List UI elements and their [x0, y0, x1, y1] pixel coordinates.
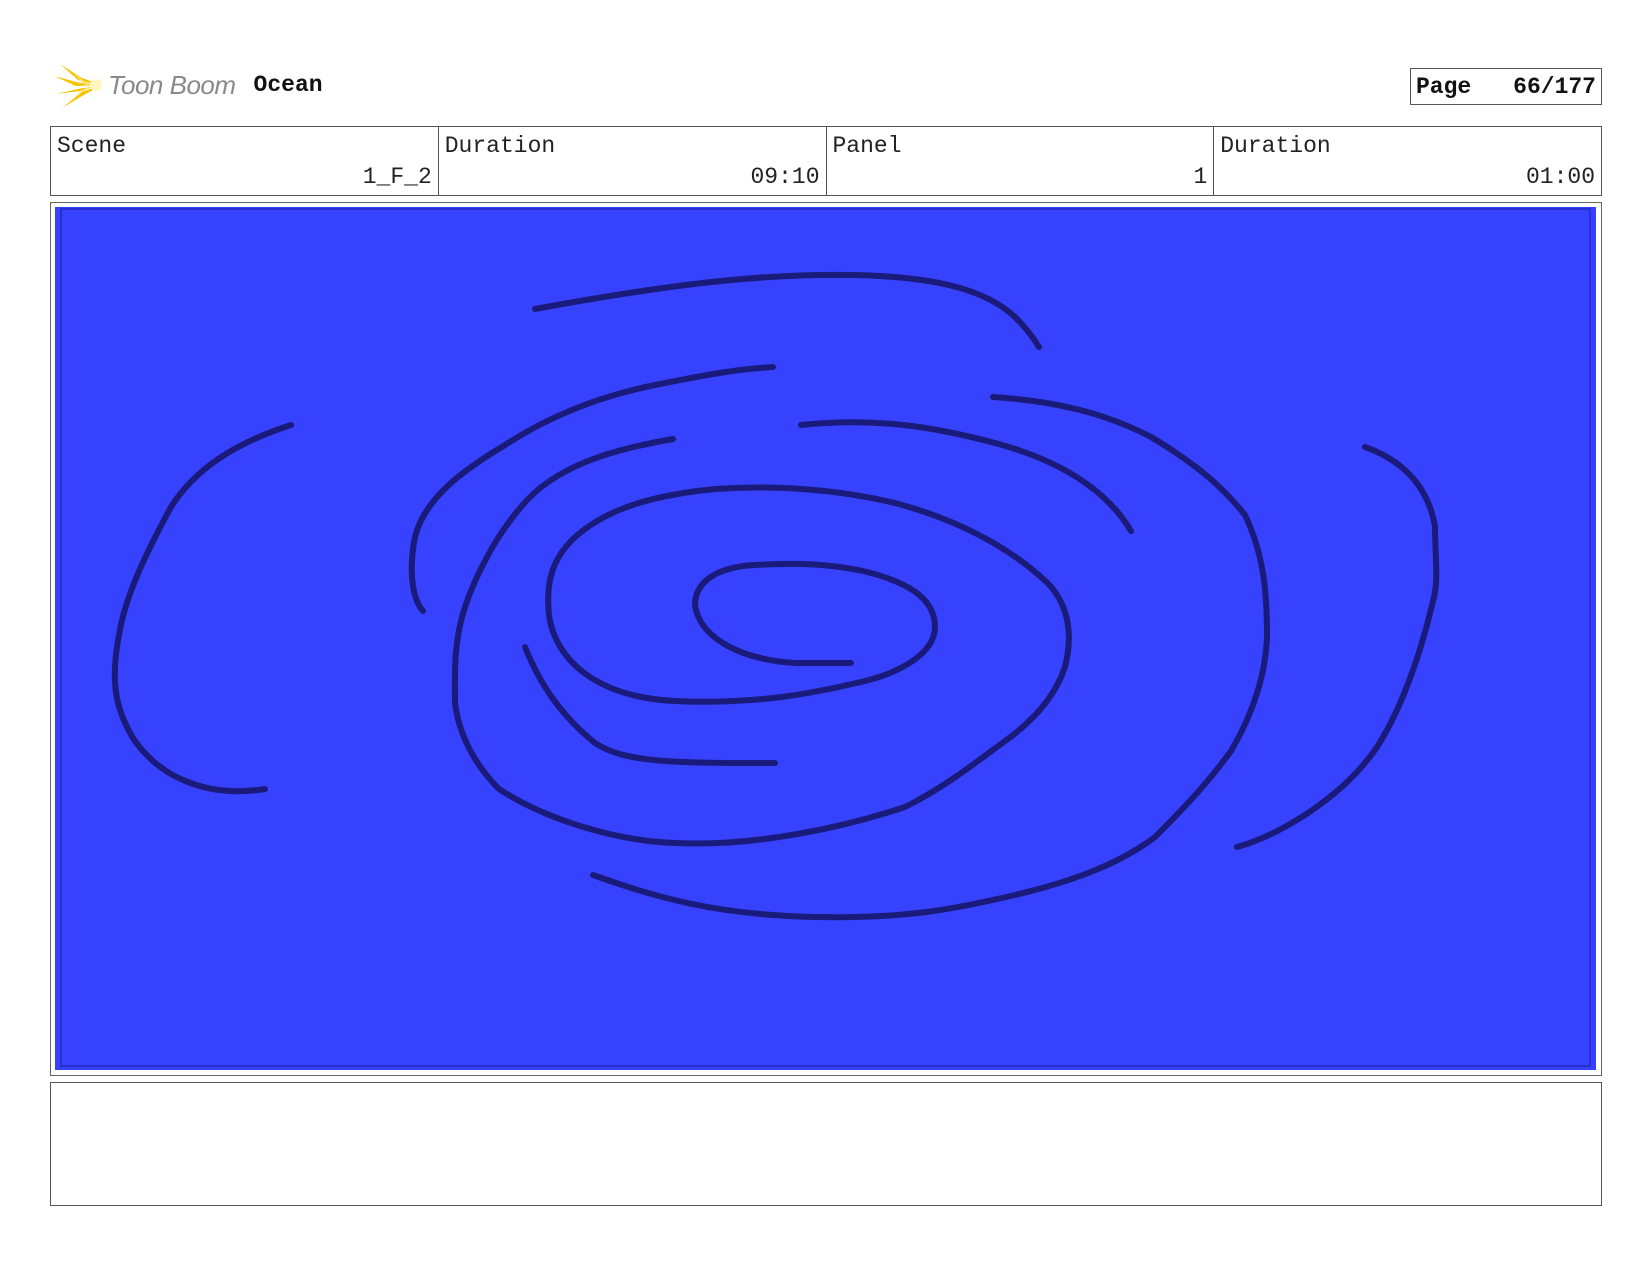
scene-duration-value: 09:10	[750, 164, 820, 190]
storyboard-panel-image	[55, 207, 1596, 1070]
panel-info-table: Scene 1_F_2 Duration 09:10 Panel 1 Durat…	[50, 126, 1602, 196]
storyboard-panel-frame	[50, 202, 1602, 1076]
panel-duration-cell: Duration 01:00	[1214, 127, 1601, 195]
swirl-stroke	[798, 419, 1134, 534]
logo-wordmark: Toon Boom	[108, 69, 236, 100]
page-number: 66/177	[1513, 73, 1596, 100]
toon-boom-logo: Toon Boom Ocean	[52, 58, 323, 112]
panel-value: 1	[1193, 164, 1208, 190]
scene-value: 1_F_2	[362, 164, 432, 190]
panel-duration-value: 01:00	[1525, 164, 1595, 190]
swirl-stroke	[532, 271, 1042, 350]
panel-cell: Panel 1	[827, 127, 1215, 195]
swirl-stroke	[111, 422, 294, 795]
project-title: Ocean	[253, 72, 323, 98]
swirl-stroke	[451, 436, 1072, 847]
page-label: Page	[1416, 73, 1472, 100]
scene-duration-label: Duration	[444, 133, 556, 159]
panel-label: Panel	[832, 133, 902, 159]
page-counter: Page 66/177	[1410, 68, 1602, 105]
swirl-stroke	[590, 394, 1270, 921]
panel-notes-box	[50, 1082, 1602, 1206]
starburst-icon	[54, 64, 102, 108]
scene-duration-cell: Duration 09:10	[439, 127, 827, 195]
swirl-stroke	[522, 644, 778, 766]
panel-duration-label: Duration	[1220, 133, 1331, 159]
scene-cell: Scene 1_F_2	[51, 127, 439, 195]
ocean-swirl-drawing	[60, 208, 1591, 1067]
scene-label: Scene	[57, 133, 127, 159]
